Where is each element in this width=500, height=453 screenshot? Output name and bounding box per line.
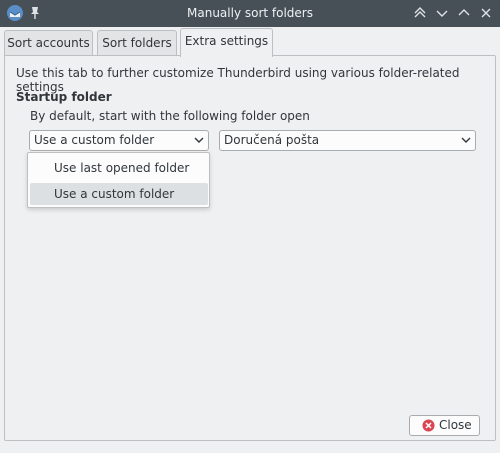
close-button-label: Close — [439, 418, 472, 432]
startup-folder-select[interactable]: Doručená pošta — [219, 130, 476, 151]
startup-mode-value: Use a custom folder — [34, 133, 155, 147]
startup-folder-description: By default, start with the following fol… — [30, 109, 310, 123]
startup-folder-value: Doručená pošta — [224, 133, 320, 147]
chevron-down-icon — [194, 137, 204, 143]
startup-folder-heading: Startup folder — [16, 90, 112, 104]
maximize-icon[interactable] — [455, 4, 473, 22]
tab-extra-settings[interactable]: Extra settings — [180, 28, 273, 57]
tab-sort-folders[interactable]: Sort folders — [97, 30, 177, 56]
close-window-icon[interactable] — [477, 4, 495, 22]
chevron-down-icon — [461, 137, 471, 143]
startup-mode-select[interactable]: Use a custom folder — [29, 130, 209, 151]
tab-bar: Sort accounts Sort folders Extra setting… — [0, 27, 500, 57]
option-use-last-opened-folder[interactable]: Use last opened folder — [30, 157, 208, 179]
keep-above-icon[interactable] — [411, 4, 429, 22]
startup-mode-dropdown: Use last opened folder Use a custom fold… — [27, 152, 210, 208]
option-use-custom-folder[interactable]: Use a custom folder — [30, 183, 208, 205]
close-button[interactable]: Close — [409, 415, 480, 436]
tab-sort-accounts[interactable]: Sort accounts — [4, 30, 93, 56]
title-bar: Manually sort folders — [0, 0, 500, 27]
minimize-icon[interactable] — [433, 4, 451, 22]
close-icon — [422, 419, 435, 432]
